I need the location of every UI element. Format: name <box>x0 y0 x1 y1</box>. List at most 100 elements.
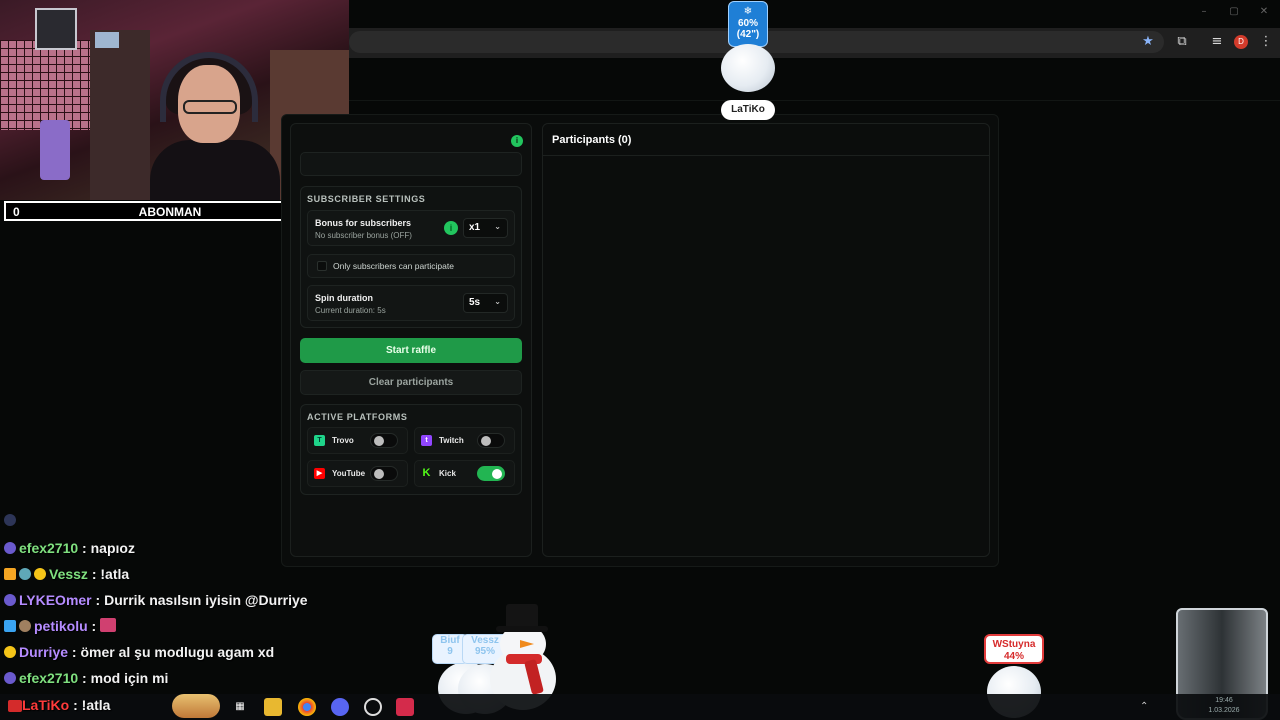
bonus-multiplier-select[interactable]: x1 ⌄ <box>463 218 508 238</box>
participants-title: Participants (0) <box>552 134 632 146</box>
youtube-icon: ▶ <box>314 468 325 479</box>
wstuyna-name: WStuyna <box>992 639 1036 650</box>
subscriber-settings-title: SUBSCRIBER SETTINGS <box>307 194 426 204</box>
chat-line: efex2710 : mod için mi <box>4 670 168 692</box>
wstuyna-badge: WStuyna 44% <box>984 634 1044 664</box>
chat-username: petikolu <box>34 618 88 634</box>
minimize-icon[interactable]: – <box>1196 6 1212 20</box>
chat-message: Durrik nasılsın iyisin @Durriye <box>104 592 308 608</box>
user-badge-icon <box>4 646 16 658</box>
chat-username: LaTiKo <box>22 697 70 713</box>
twitch-toggle[interactable] <box>477 433 505 448</box>
chat-line: petikolu : <box>4 618 119 640</box>
spin-duration-subtitle: Current duration: 5s <box>315 306 386 315</box>
user-badge-icon <box>4 514 16 526</box>
platform-name: Trovo <box>332 436 354 445</box>
spin-duration-select[interactable]: 5s ⌄ <box>463 293 508 313</box>
profile-avatar[interactable]: D <box>1234 35 1248 49</box>
purple-jar <box>40 120 70 180</box>
platform-kick: K Kick <box>414 460 515 487</box>
widget-thumbnail[interactable] <box>172 694 220 718</box>
discord-icon[interactable] <box>331 698 349 716</box>
status-indicator-icon: i <box>511 135 523 147</box>
start-raffle-button[interactable]: Start raffle <box>300 338 522 363</box>
chat-message: !atla <box>81 697 111 713</box>
latiko-percent: 60% <box>737 18 758 29</box>
latiko-snowball <box>721 44 775 92</box>
platform-twitch: t Twitch <box>414 427 515 454</box>
user-badge-icon <box>4 542 16 554</box>
only-subscribers-label: Only subscribers can participate <box>333 261 454 271</box>
latiko-seconds: (42") <box>736 29 760 40</box>
chat-line: LaTiKo : !atla <box>22 697 111 713</box>
browser-menu-icon[interactable]: ⋮ <box>1257 33 1275 51</box>
bonus-title: Bonus for subscribers <box>315 218 412 228</box>
user-badge-icon <box>4 568 16 580</box>
wall-frame <box>35 8 77 50</box>
clock-date: 1.03.2026 <box>1208 707 1240 714</box>
only-subscribers-checkbox[interactable] <box>317 261 327 271</box>
clock-time: 19:46 <box>1215 697 1233 704</box>
file-explorer-icon[interactable] <box>264 698 282 716</box>
spin-duration-value: 5s <box>469 297 481 308</box>
bookmark-star-icon[interactable]: ★ <box>1139 33 1157 51</box>
wall-grid-decor <box>0 40 90 130</box>
chat-username: LYKEOmer <box>19 592 92 608</box>
twitch-icon: t <box>421 435 432 446</box>
tray-chevron-icon[interactable]: ⌃ <box>1140 701 1148 712</box>
glasses <box>183 100 237 114</box>
extensions-icon[interactable]: ⧉ <box>1173 33 1191 51</box>
platform-youtube: ▶ YouTube <box>307 460 408 487</box>
kick-toggle[interactable] <box>477 466 505 481</box>
chat-line-faded <box>4 512 19 534</box>
media-controls-icon[interactable]: ≡ <box>1208 33 1226 51</box>
photo-decor <box>95 32 119 48</box>
platform-name: YouTube <box>332 469 366 478</box>
platform-name: Twitch <box>439 436 464 445</box>
wstuyna-percent: 44% <box>1003 651 1024 662</box>
chat-line: efex2710 : napıoz <box>4 540 135 562</box>
latiko-progress-badge: ❄ 60% (42") <box>728 1 768 47</box>
chat-message: napıoz <box>90 540 135 556</box>
close-icon[interactable]: ✕ <box>1256 6 1272 20</box>
chat-username: efex2710 <box>19 670 79 686</box>
chat-username: efex2710 <box>19 540 79 556</box>
clear-participants-button[interactable]: Clear participants <box>300 370 522 395</box>
emote-icon <box>100 618 117 632</box>
page-header-divider <box>349 100 1280 101</box>
snowman-hat <box>506 604 538 628</box>
spin-duration-title: Spin duration <box>315 293 373 303</box>
user-badge-icon <box>19 620 31 632</box>
bonus-info-icon[interactable]: i <box>444 221 458 235</box>
obs-icon[interactable] <box>364 698 382 716</box>
trovo-toggle[interactable] <box>370 433 398 448</box>
youtube-toggle[interactable] <box>370 466 398 481</box>
maximize-icon[interactable]: ▢ <box>1226 6 1242 20</box>
chat-message: !atla <box>100 566 130 582</box>
user-badge-icon <box>4 594 16 606</box>
user-badge-icon <box>4 672 16 684</box>
kick-icon: K <box>422 467 431 479</box>
chat-line: Durriye : ömer al şu modlugu agam xd <box>4 644 274 666</box>
user-badge-icon <box>4 620 16 632</box>
clock[interactable]: 19:46 1.03.2026 <box>1204 696 1244 716</box>
shelf <box>90 30 150 200</box>
snowflake-icon: ❄ <box>743 6 753 17</box>
chrome-icon[interactable] <box>298 698 316 716</box>
flag-icon <box>8 700 22 712</box>
task-view-icon[interactable]: ▦ <box>231 698 249 716</box>
chat-overlay: efex2710 : napıoz Vessz : !atla LYKEOmer… <box>0 514 430 698</box>
user-badge-icon <box>19 568 31 580</box>
trovo-icon: T <box>314 435 325 446</box>
raffle-keyword-input[interactable] <box>300 152 522 176</box>
chat-message: mod için mi <box>90 670 169 686</box>
platform-trovo: T Trovo <box>307 427 408 454</box>
app-icon[interactable] <box>396 698 414 716</box>
streamer-body <box>150 140 280 200</box>
chevron-down-icon: ⌄ <box>494 297 501 306</box>
chat-line: Vessz : !atla <box>4 566 129 588</box>
chat-message: ömer al şu modlugu agam xd <box>80 644 275 660</box>
chat-line: LYKEOmer : Durrik nasılsın iyisin @Durri… <box>4 592 308 614</box>
bonus-subtitle: No subscriber bonus (OFF) <box>315 231 412 240</box>
user-badge-icon <box>34 568 46 580</box>
